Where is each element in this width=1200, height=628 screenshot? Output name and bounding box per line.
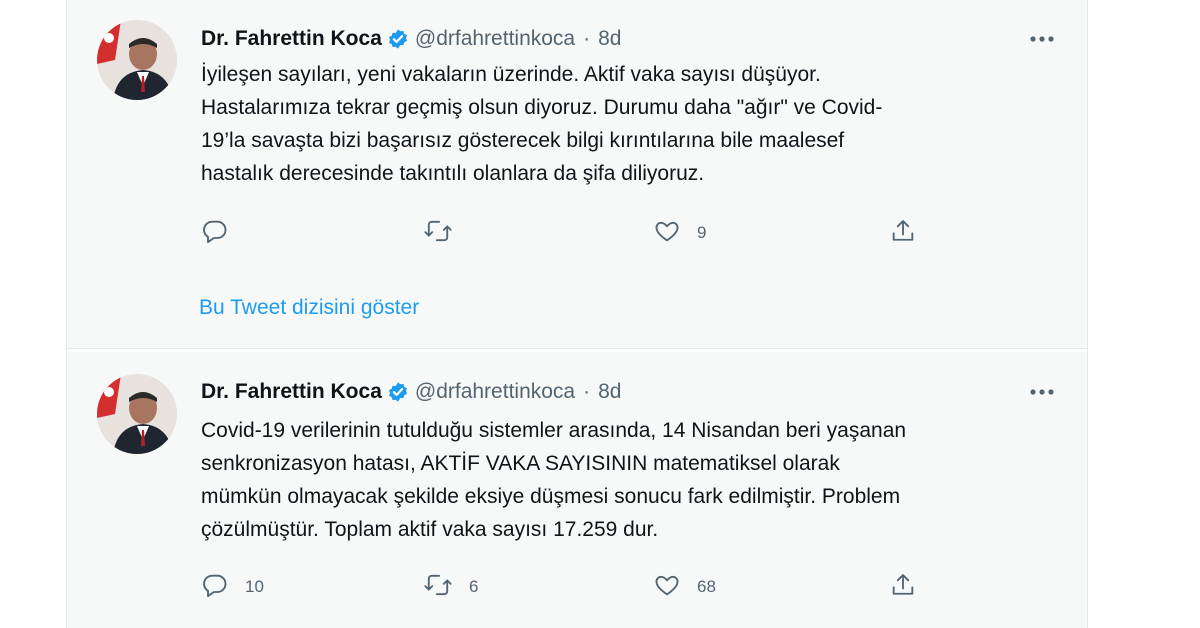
tweet-text-line: 19’la savaşta bizi başarısız gösterecek … [201,129,845,152]
author-name[interactable]: Dr. Fahrettin Koca [201,380,382,404]
reply-icon [201,217,229,250]
tweet-text: İyileşen sayıları, yeni vakaların üzerin… [201,58,1051,190]
retweet-button[interactable] [423,218,469,248]
retweet-count: 6 [469,577,479,596]
tweet-header: Dr. Fahrettin Koca @drfahrettinkoca · 8d [201,24,621,54]
tweet-text-line: Hastalarımıza tekrar geçmiş olsun diyoru… [201,96,883,119]
tweet-time[interactable]: 8d [598,27,621,51]
author-handle[interactable]: @drfahrettinkoca [415,380,575,404]
timeline-frame: Dr. Fahrettin Koca @drfahrettinkoca · 8d… [66,0,1088,628]
reply-button[interactable]: 10 [201,572,264,602]
like-icon [653,217,681,250]
separator-dot: · [583,27,591,50]
tweet-2[interactable]: Dr. Fahrettin Koca @drfahrettinkoca · 8d… [67,352,1087,628]
verified-badge-icon [387,381,409,403]
tweet-time[interactable]: 8d [598,380,621,404]
share-button[interactable] [889,218,917,248]
tweet-text-line: İyileşen sayıları, yeni vakaların üzerin… [201,63,821,86]
like-button[interactable]: 9 [653,218,706,248]
separator-dot: · [583,380,591,403]
verified-badge-icon [387,28,409,50]
tweet-actions: 10 6 68 [201,572,961,602]
retweet-icon [423,571,453,604]
tweet-text-line: Covid-19 verilerinin tutulduğu sistemler… [201,419,907,442]
share-icon [889,571,917,604]
reply-icon [201,571,229,604]
tweet-text-line: hastalık derecesinde takıntılı olanlara … [201,162,705,185]
more-options-icon[interactable] [1027,377,1057,407]
tweet-text: Covid-19 verilerinin tutulduğu sistemler… [201,414,1051,546]
share-button[interactable] [889,572,917,602]
retweet-icon [423,217,453,250]
reply-button[interactable] [201,218,245,248]
tweet-actions: 9 [201,218,961,248]
retweet-button[interactable]: 6 [423,572,478,602]
like-count: 9 [697,223,707,242]
author-name[interactable]: Dr. Fahrettin Koca [201,27,382,51]
like-count: 68 [697,577,716,596]
like-icon [653,571,681,604]
avatar[interactable] [97,20,177,100]
tweet-text-line: çözülmüştür. Toplam aktif vaka sayısı 17… [201,518,659,541]
share-icon [889,217,917,250]
reply-count: 10 [245,577,264,596]
like-button[interactable]: 68 [653,572,716,602]
tweet-text-line: senkronizasyon hatası, AKTİF VAKA SAYISI… [201,452,840,475]
tweet-text-line: mümkün olmayacak şekilde eksiye düşmesi … [201,485,901,508]
tweet-1[interactable]: Dr. Fahrettin Koca @drfahrettinkoca · 8d… [67,0,1087,348]
show-thread-link[interactable]: Bu Tweet dizisini göster [199,296,419,320]
tweet-header: Dr. Fahrettin Koca @drfahrettinkoca · 8d [201,377,621,407]
avatar[interactable] [97,374,177,454]
more-options-icon[interactable] [1027,24,1057,54]
author-handle[interactable]: @drfahrettinkoca [415,27,575,51]
